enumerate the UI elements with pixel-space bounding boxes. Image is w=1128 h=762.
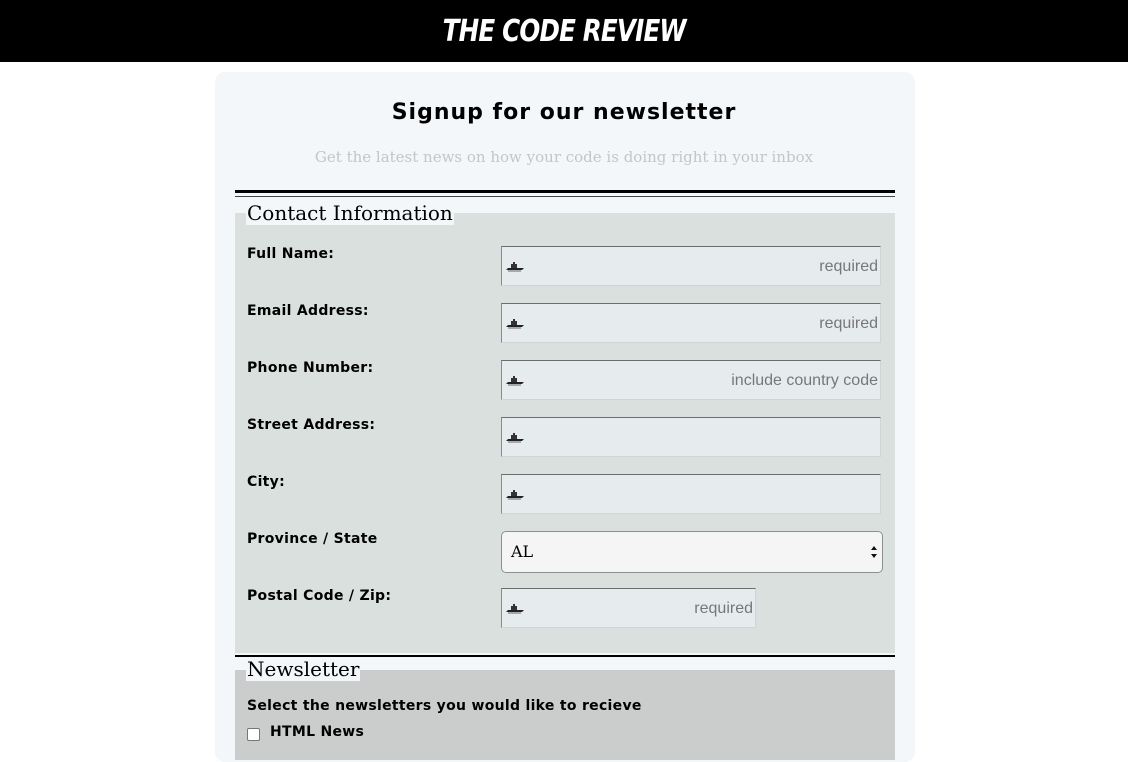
email-label: Email Address: (247, 303, 369, 319)
full-name-placeholder: required (819, 258, 878, 275)
input-autofill-icon (506, 376, 524, 386)
html-news-label[interactable]: HTML News (270, 724, 364, 740)
postal-input[interactable]: required (501, 588, 756, 628)
divider-thick (235, 190, 895, 193)
form-title: Signup for our newsletter (391, 100, 737, 125)
postal-label: Postal Code / Zip: (247, 588, 392, 604)
input-autofill-icon (506, 262, 524, 272)
phone-label: Phone Number: (247, 360, 374, 376)
newsletter-fieldset (235, 670, 895, 760)
newsletter-legend: Newsletter (246, 657, 361, 681)
postal-placeholder: required (694, 600, 753, 617)
province-select[interactable]: AL (501, 531, 883, 573)
phone-input[interactable]: include country code (501, 360, 881, 400)
select-updown-icon (871, 546, 877, 558)
input-autofill-icon (506, 604, 524, 614)
email-input[interactable]: required (501, 303, 881, 343)
site-title: THE CODE REVIEW (442, 13, 686, 49)
html-news-checkbox[interactable] (247, 728, 260, 741)
city-input[interactable] (501, 474, 881, 514)
city-label: City: (247, 474, 285, 490)
province-selected-value: AL (511, 542, 534, 561)
street-input[interactable] (501, 417, 881, 457)
contact-legend: Contact Information (246, 201, 454, 225)
divider-thin (235, 196, 895, 197)
email-placeholder: required (819, 315, 878, 332)
phone-placeholder: include country code (731, 372, 878, 389)
newsletter-prompt: Select the newsletters you would like to… (247, 698, 642, 714)
province-label: Province / State (247, 531, 378, 547)
street-label: Street Address: (247, 417, 376, 433)
input-autofill-icon (506, 490, 524, 500)
full-name-label: Full Name: (247, 246, 335, 262)
form-subtitle: Get the latest news on how your code is … (314, 148, 814, 166)
input-autofill-icon (506, 319, 524, 329)
full-name-input[interactable]: required (501, 246, 881, 286)
input-autofill-icon (506, 433, 524, 443)
site-header: THE CODE REVIEW (0, 0, 1128, 62)
